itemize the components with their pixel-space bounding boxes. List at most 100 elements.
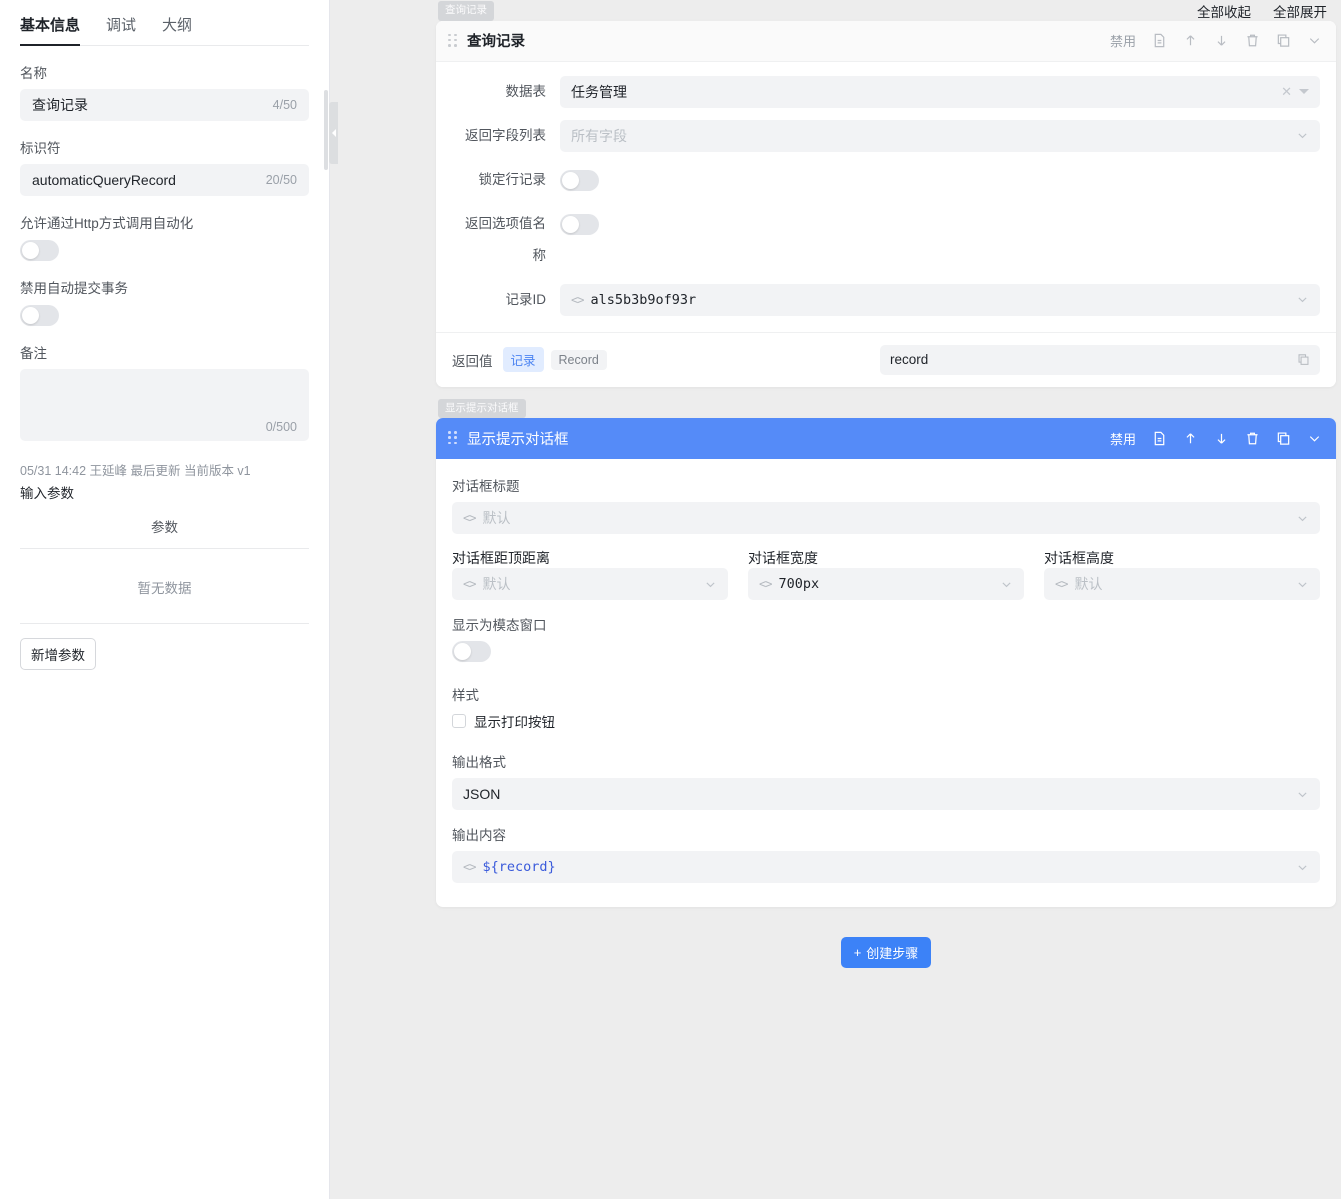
trash-icon[interactable]: [1245, 431, 1260, 446]
record-id-input[interactable]: <> als5b3b9of93r: [560, 284, 1320, 316]
dialog-geometry-fields: 对话框距顶距离 <> 默认 对话框宽度: [452, 548, 1320, 600]
last-updated-meta: 05/31 14:42 王延峰 最后更新 当前版本 v1: [20, 463, 309, 480]
copy-icon[interactable]: [1276, 33, 1291, 48]
style-section: 样式 显示打印按钮: [452, 684, 1320, 731]
datatable-select[interactable]: 任务管理 ✕: [560, 76, 1320, 108]
caret-down-icon: [1299, 89, 1309, 94]
disable-autocommit-toggle[interactable]: [20, 305, 59, 326]
identifier-label: 标识符: [20, 137, 309, 157]
output-content-input[interactable]: <> ${record}: [452, 851, 1320, 883]
http-call-label: 允许通过Http方式调用自动化: [20, 212, 309, 232]
return-type-pill-cn[interactable]: 记录: [503, 347, 544, 372]
chevron-down-icon: [704, 578, 717, 591]
field-record-id: 记录ID <> als5b3b9of93r: [452, 284, 1320, 316]
remark-label: 备注: [20, 342, 309, 362]
disable-node-button[interactable]: 禁用: [1110, 429, 1136, 448]
toggle-knob: [22, 242, 39, 259]
node-tag-show-dialog: 显示提示对话框: [438, 399, 526, 419]
name-input[interactable]: 查询记录 4/50: [20, 89, 309, 121]
sidebar-scrollbar[interactable]: [324, 90, 328, 170]
field-label: 对话框高度: [1044, 548, 1320, 568]
dialog-top-offset-placeholder: 默认: [482, 574, 697, 594]
return-value-label: 返回值: [452, 350, 493, 370]
field-label: 输出内容: [452, 824, 1320, 844]
field-label: 显示为模态窗口: [452, 614, 1320, 634]
automation-editor: 基本信息 调试 大纲 名称 查询记录 4/50 标识符 automaticQue…: [0, 0, 1341, 1199]
dialog-height-input[interactable]: <> 默认: [1044, 568, 1320, 600]
name-label: 名称: [20, 62, 309, 82]
return-value-row: 返回值 记录 Record record: [436, 332, 1336, 387]
return-type-pill-en[interactable]: Record: [551, 350, 607, 370]
chevron-down-icon: [1296, 578, 1309, 591]
input-params-label: 输入参数: [20, 482, 309, 502]
field-label: 对话框标题: [452, 475, 1320, 495]
http-call-toggle[interactable]: [20, 240, 59, 261]
return-value-text: record: [890, 352, 1297, 367]
chevron-down-icon: [1296, 512, 1309, 525]
modal-window-toggle[interactable]: [452, 641, 491, 662]
node-title: 显示提示对话框: [467, 428, 569, 449]
create-step-wrap: + 创建步骤: [436, 937, 1336, 968]
clear-icon[interactable]: ✕: [1281, 84, 1292, 100]
dialog-width-input[interactable]: <> 700px: [748, 568, 1024, 600]
disable-autocommit-label: 禁用自动提交事务: [20, 277, 309, 297]
show-print-button-label[interactable]: 显示打印按钮: [474, 711, 555, 731]
main-canvas: 全部收起 全部展开 查询记录 查询记录 禁用: [330, 0, 1341, 1199]
create-step-label: 创建步骤: [866, 943, 918, 962]
code-brackets-icon: <>: [463, 511, 475, 525]
node-header[interactable]: 显示提示对话框 禁用: [436, 418, 1336, 459]
name-char-count: 4/50: [273, 98, 297, 112]
return-option-names-toggle[interactable]: [560, 214, 599, 235]
drag-handle-icon[interactable]: [448, 431, 457, 445]
output-format-select[interactable]: JSON: [452, 778, 1320, 810]
chevron-down-icon[interactable]: [1307, 33, 1322, 48]
add-param-button[interactable]: 新增参数: [20, 638, 96, 670]
show-print-button-row: 显示打印按钮: [452, 711, 1320, 731]
field-modal-window: 显示为模态窗口: [452, 614, 1320, 662]
arrow-up-icon[interactable]: [1183, 33, 1198, 48]
field-label: 对话框距顶距离: [452, 548, 728, 568]
field-lock-row: 锁定行记录: [452, 164, 1320, 196]
drag-handle-icon[interactable]: [448, 34, 457, 48]
output-format-value: JSON: [463, 786, 1289, 802]
node-toolbar: 禁用: [1110, 31, 1322, 50]
dialog-width-value: 700px: [778, 576, 993, 592]
chevron-down-icon: [1296, 788, 1309, 801]
disable-node-button[interactable]: 禁用: [1110, 31, 1136, 50]
field-dialog-top-offset: 对话框距顶距离 <> 默认: [452, 548, 728, 600]
return-value-input[interactable]: record: [880, 345, 1320, 375]
lock-row-toggle[interactable]: [560, 170, 599, 191]
code-brackets-icon: <>: [759, 577, 771, 591]
field-dialog-height: 对话框高度 <> 默认: [1044, 548, 1320, 600]
doc-icon[interactable]: [1152, 33, 1167, 48]
node-header[interactable]: 查询记录 禁用: [436, 21, 1336, 62]
arrow-down-icon[interactable]: [1214, 33, 1229, 48]
chevron-down-icon[interactable]: [1307, 431, 1322, 446]
trash-icon[interactable]: [1245, 33, 1260, 48]
field-output-format: 输出格式 JSON: [452, 751, 1320, 810]
arrow-down-icon[interactable]: [1214, 431, 1229, 446]
identifier-char-count: 20/50: [266, 173, 297, 187]
dialog-title-placeholder: 默认: [482, 508, 1289, 528]
create-step-button[interactable]: + 创建步骤: [841, 937, 932, 968]
sidebar: 基本信息 调试 大纲 名称 查询记录 4/50 标识符 automaticQue…: [0, 0, 330, 1199]
dialog-top-offset-input[interactable]: <> 默认: [452, 568, 728, 600]
arrow-up-icon[interactable]: [1183, 431, 1198, 446]
remark-textarea[interactable]: 0/500: [20, 369, 309, 441]
field-datatable: 数据表 任务管理 ✕: [452, 76, 1320, 108]
code-brackets-icon: <>: [463, 860, 475, 874]
return-fields-placeholder: 所有字段: [571, 126, 1289, 146]
show-print-button-checkbox[interactable]: [452, 714, 466, 728]
tab-debug[interactable]: 调试: [106, 6, 136, 45]
tab-basic-info[interactable]: 基本信息: [20, 6, 80, 45]
field-label: 输出格式: [452, 751, 1320, 771]
copy-icon[interactable]: [1276, 431, 1291, 446]
copy-icon[interactable]: [1297, 353, 1310, 366]
return-fields-select[interactable]: 所有字段: [560, 120, 1320, 152]
node-list: 查询记录 查询记录 禁用: [436, 0, 1336, 968]
identifier-input[interactable]: automaticQueryRecord 20/50: [20, 164, 309, 196]
tab-outline[interactable]: 大纲: [162, 6, 192, 45]
doc-icon[interactable]: [1152, 431, 1167, 446]
remark-char-count: 0/500: [266, 420, 297, 434]
dialog-title-input[interactable]: <> 默认: [452, 502, 1320, 534]
